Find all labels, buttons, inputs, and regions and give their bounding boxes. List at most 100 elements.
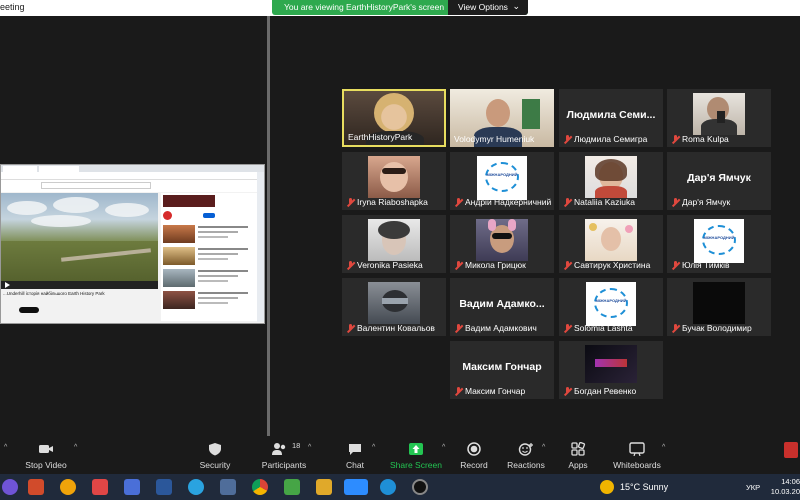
browser-icon[interactable]	[60, 479, 76, 495]
participant-name-label: Вадим Адамкович	[454, 323, 537, 333]
participant-display-name: Максим Гончар	[462, 361, 542, 373]
shield-icon	[209, 443, 221, 456]
chevron-up-icon[interactable]: ^	[442, 444, 445, 451]
powerpoint-icon[interactable]	[28, 479, 44, 495]
viber-icon[interactable]	[2, 479, 18, 495]
participant-name-label: Людмила Семигра	[563, 134, 647, 144]
subscribe-button	[19, 307, 39, 313]
video-search-box	[41, 182, 151, 189]
record-icon	[467, 442, 481, 456]
conference-logo: МІЖНАРОДНИЙ	[477, 156, 527, 200]
participant-display-name: Дар'я Ямчук	[687, 172, 751, 184]
muted-mic-icon	[563, 323, 572, 333]
participant-tile[interactable]: Veronika Pasieka	[342, 215, 446, 273]
participant-tile[interactable]: Дар'я Ямчук Дар'я Ямчук	[667, 152, 771, 210]
participant-tile[interactable]: Volodymyr Humeniuk	[450, 89, 554, 147]
view-options-label: View Options	[458, 2, 508, 12]
participant-name-label: Roma Kulpa	[671, 134, 729, 144]
chevron-up-icon[interactable]: ^	[74, 444, 77, 451]
view-options-button[interactable]: View Options ⌄	[448, 0, 528, 15]
clock-date: 10.03.20	[770, 487, 800, 496]
participant-tile[interactable]: Вадим Адамко... Вадим Адамкович	[450, 278, 554, 336]
browser-sidebar	[257, 172, 264, 322]
calculator-icon[interactable]	[220, 479, 236, 495]
participant-name-label: Савтирук Христина	[563, 260, 650, 270]
chevron-up-icon[interactable]: ^	[372, 444, 375, 451]
spreadsheet-icon[interactable]	[284, 479, 300, 495]
whiteboards-label: Whiteboards	[613, 460, 661, 470]
participant-tile[interactable]: EarthHistoryPark	[342, 89, 446, 147]
file-explorer-icon[interactable]	[316, 479, 332, 495]
share-screen-icon	[409, 443, 423, 455]
share-screen-button[interactable]: Share Screen	[388, 436, 444, 474]
participant-tile[interactable]: Roma Kulpa	[667, 89, 771, 147]
participant-tile[interactable]: Максим Гончар Максим Гончар	[450, 341, 554, 399]
video-title: ...Underhill історія найбільшого Earth H…	[3, 291, 105, 296]
muted-mic-icon	[346, 260, 355, 270]
reactions-label: Reactions	[507, 460, 545, 470]
recommended-video	[163, 269, 255, 289]
participant-name-label: Volodymyr Humeniuk	[454, 134, 534, 144]
chevron-up-icon[interactable]: ^	[542, 444, 545, 451]
windows-taskbar: 15°C Sunny УКР 14:06 10.03.20	[0, 474, 800, 500]
participant-name: Людмила Семигра	[574, 134, 648, 144]
obs-icon[interactable]	[412, 479, 428, 495]
chrome-icon[interactable]	[252, 479, 268, 495]
participant-tile[interactable]: МІЖНАРОДНИЙ Solomia Lashta	[559, 278, 663, 336]
muted-mic-icon	[671, 260, 680, 270]
muted-mic-icon	[671, 323, 680, 333]
reactions-button[interactable]: Reactions	[504, 436, 548, 474]
whiteboard-icon	[629, 442, 645, 456]
split-view-divider[interactable]	[267, 16, 270, 436]
apps-grid-icon	[571, 442, 586, 456]
chevron-up-icon[interactable]: ^	[308, 444, 311, 451]
participant-name: Volodymyr Humeniuk	[454, 134, 535, 144]
record-button[interactable]: Record	[454, 436, 494, 474]
muted-mic-icon	[563, 134, 572, 144]
shared-screen-view[interactable]: ...Underhill історія найбільшого Earth H…	[0, 164, 265, 324]
video-player	[1, 193, 158, 281]
video-camera-icon	[39, 445, 53, 453]
participant-tile[interactable]: Микола Грицюк	[450, 215, 554, 273]
participant-name-label: Iryna Riaboshapka	[346, 197, 428, 207]
chevron-down-icon: ⌄	[512, 1, 520, 11]
muted-mic-icon	[454, 197, 463, 207]
paint-icon[interactable]	[92, 479, 108, 495]
participant-tile[interactable]: МІЖНАРОДНИЙ Юлія Тимків	[667, 215, 771, 273]
reactions-smiley-icon	[518, 443, 533, 456]
chat-bubble-icon	[349, 444, 361, 455]
edge-icon[interactable]	[380, 479, 396, 495]
keyboard-language[interactable]: УКР	[746, 483, 760, 492]
apps-button[interactable]: Apps	[560, 436, 596, 474]
chat-button[interactable]: Chat	[334, 436, 376, 474]
participant-tile[interactable]: Nataliia Kaziuka	[559, 152, 663, 210]
participant-tile[interactable]: Савтирук Христина	[559, 215, 663, 273]
security-button[interactable]: Security	[192, 436, 238, 474]
chevron-up-icon[interactable]: ^	[4, 444, 7, 451]
participant-name: Iryna Riaboshapka	[357, 197, 428, 207]
participant-tile[interactable]: МІЖНАРОДНИЙ Андрій Надкерничний	[450, 152, 554, 210]
zoom-taskbar-icon[interactable]	[344, 479, 368, 495]
participant-tile[interactable]: Валентин Ковальов	[342, 278, 446, 336]
participant-name: EarthHistoryPark	[348, 132, 413, 142]
chevron-up-icon[interactable]: ^	[662, 444, 665, 451]
participant-name: Solomia Lashta	[574, 323, 633, 333]
participant-tile[interactable]: Бучак Володимир	[667, 278, 771, 336]
participant-name: Савтирук Христина	[574, 260, 651, 270]
storage-app-icon[interactable]	[124, 479, 140, 495]
system-clock[interactable]: 14:06 10.03.20	[770, 477, 800, 497]
participant-name: Nataliia Kaziuka	[574, 197, 635, 207]
participant-name-label: Максим Гончар	[454, 386, 525, 396]
participant-name-label: Nataliia Kaziuka	[563, 197, 635, 207]
telegram-icon[interactable]	[188, 479, 204, 495]
whiteboards-button[interactable]: Whiteboards	[610, 436, 664, 474]
participant-tile[interactable]: Iryna Riaboshapka	[342, 152, 446, 210]
participant-tile[interactable]: Людмила Семи... Людмила Семигра	[559, 89, 663, 147]
participants-button[interactable]: 18 Participants	[258, 436, 310, 474]
weather-text[interactable]: 15°C Sunny	[620, 482, 668, 492]
word-icon[interactable]	[156, 479, 172, 495]
participant-tile[interactable]: Богдан Ревенко	[559, 341, 663, 399]
end-meeting-button[interactable]	[784, 442, 798, 458]
stop-video-button[interactable]: Stop Video	[18, 436, 74, 474]
participant-name-label: Solomia Lashta	[563, 323, 633, 333]
